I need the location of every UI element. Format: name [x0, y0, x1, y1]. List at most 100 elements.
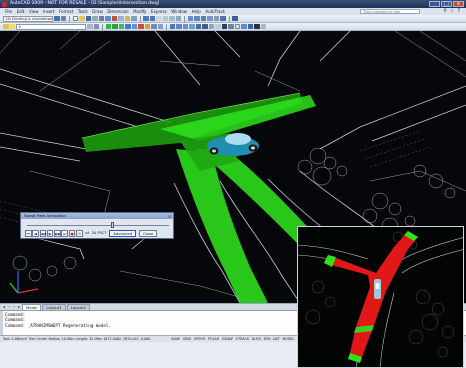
paste-icon[interactable]	[124, 15, 130, 22]
frame-total: 34 FRCT	[91, 231, 107, 236]
parking-icon[interactable]	[169, 23, 175, 30]
menu-modify[interactable]: Modify	[131, 8, 149, 15]
menu-edit[interactable]: Edit	[14, 8, 26, 15]
cut-icon[interactable]	[111, 15, 117, 22]
dropdown-icon[interactable]	[260, 23, 266, 30]
autotrack-library-icon[interactable]	[131, 23, 137, 30]
layer-state-icon[interactable]	[9, 23, 15, 30]
toolbar-separator	[102, 23, 103, 30]
curve-icon[interactable]	[215, 23, 221, 30]
layer-manager-icon[interactable]	[3, 23, 9, 30]
menu-window[interactable]: Window	[169, 8, 189, 15]
markup-icon[interactable]	[213, 15, 219, 22]
menu-dimension[interactable]: Dimension	[105, 8, 131, 15]
layer-previous-icon[interactable]	[87, 23, 93, 30]
window-title: AutoCAD 2009 - NOT FOR RESALE - [D:\Samp…	[10, 1, 160, 6]
help-search-input[interactable]	[360, 9, 420, 14]
properties-icon[interactable]	[187, 15, 193, 22]
roundabout-icon[interactable]	[176, 23, 182, 30]
menu-help[interactable]: Help	[189, 8, 203, 15]
zoom-previous-icon[interactable]	[175, 15, 181, 22]
layer-dropdown[interactable]: 0	[16, 23, 86, 30]
close-icon[interactable]: ×	[167, 214, 172, 219]
menu-controls: ⚲ ☆ ?	[443, 8, 460, 15]
parking-row-icon[interactable]	[182, 23, 188, 30]
search-icon[interactable]: ⚲	[443, 8, 447, 15]
workspace-icon[interactable]	[60, 15, 66, 22]
record-button[interactable]: ●	[68, 230, 76, 237]
help-icon[interactable]: ?	[457, 8, 460, 15]
menu-autotrack[interactable]: AutoTrack	[203, 8, 227, 15]
tag-icon[interactable]	[254, 23, 260, 30]
fast-forward-button[interactable]: ▶▶	[54, 230, 61, 237]
dialog-title: Swept Path Animation	[21, 213, 173, 219]
autotrack-vehicle-icon[interactable]	[125, 23, 131, 30]
rewind-button[interactable]: ◀◀	[39, 230, 46, 237]
workspace-dropdown[interactable]: 2D Drafting & Annotation	[3, 15, 53, 22]
autotrack-arc-icon[interactable]	[105, 23, 111, 30]
menu-tools[interactable]: Tools	[76, 8, 90, 15]
design-center-icon[interactable]	[194, 15, 200, 22]
match-properties-icon[interactable]	[131, 15, 137, 22]
align-icon[interactable]	[241, 23, 247, 30]
animation-progress-thumb[interactable]	[111, 222, 114, 228]
star-icon[interactable]: ☆	[450, 8, 454, 15]
swept-path-animation-dialog[interactable]: Swept Path Animation × ⏮ ◀ ◀◀ ▶ ▶▶ ⏭ ● ⟲…	[20, 212, 174, 239]
new-icon[interactable]	[72, 15, 78, 22]
minimize-button[interactable]: _	[429, 0, 440, 7]
record-icon[interactable]	[228, 23, 234, 30]
copy-icon[interactable]	[118, 15, 124, 22]
inset-rendered-view	[297, 226, 464, 368]
close-button[interactable]: x	[453, 0, 464, 7]
open-icon[interactable]	[79, 15, 85, 22]
loop-button[interactable]: ⟲	[76, 230, 83, 237]
tool-palettes-icon[interactable]	[200, 15, 206, 22]
menu-draw[interactable]: Draw	[90, 8, 105, 15]
autotrack-settings-icon[interactable]	[157, 23, 163, 30]
sheet-set-icon[interactable]	[207, 15, 213, 22]
playback-controls: ⏮ ◀ ◀◀ ▶ ▶▶ ⏭ ● ⟲ of 34 FRCT Advanced Cl…	[25, 230, 158, 237]
command-line-handle[interactable]	[0, 311, 3, 336]
autotrack-path-icon[interactable]	[118, 23, 124, 30]
redo-icon[interactable]	[149, 15, 155, 22]
menu-view[interactable]: View	[27, 8, 41, 15]
autotrack-collision-icon[interactable]	[138, 23, 144, 30]
menu-express[interactable]: Express	[149, 8, 169, 15]
make-current-icon[interactable]	[93, 23, 99, 30]
pan-icon[interactable]	[156, 15, 162, 22]
calculator-icon[interactable]	[220, 15, 226, 22]
line-icon[interactable]	[234, 23, 240, 30]
plot-icon[interactable]	[92, 15, 98, 22]
menu-file[interactable]: File	[3, 8, 14, 15]
lock-icon[interactable]	[208, 23, 214, 30]
zoom-icon[interactable]	[162, 15, 168, 22]
close-dialog-button[interactable]: Close	[138, 230, 158, 237]
menu-insert[interactable]: Insert	[41, 8, 57, 15]
zoom-window-icon[interactable]	[169, 15, 175, 22]
advanced-button[interactable]: Advanced	[109, 230, 137, 237]
last-frame-button[interactable]: ⏭	[61, 230, 68, 237]
autotrack-drive-icon[interactable]	[112, 23, 118, 30]
first-frame-button[interactable]: ⏮	[25, 230, 32, 237]
arrange-icon[interactable]	[202, 23, 208, 30]
help-tool-icon[interactable]	[232, 15, 238, 22]
label-icon[interactable]	[189, 23, 195, 30]
step-back-button[interactable]: ◀	[32, 230, 39, 237]
publish-icon[interactable]	[105, 15, 111, 22]
play-button[interactable]: ▶	[46, 230, 54, 237]
menu-format[interactable]: Format	[57, 8, 76, 15]
workspace-settings-icon[interactable]	[54, 15, 60, 22]
vehicle-3d-icon[interactable]	[247, 23, 253, 30]
animation-progress-track[interactable]	[27, 225, 169, 226]
autotrack-report-icon[interactable]	[144, 23, 150, 30]
undo-icon[interactable]	[143, 15, 149, 22]
preview-icon[interactable]	[98, 15, 104, 22]
maximize-button[interactable]: □	[441, 0, 452, 7]
autocad-app-icon[interactable]	[2, 1, 7, 7]
dimension-icon[interactable]	[195, 23, 201, 30]
black-square-icon[interactable]	[221, 23, 227, 30]
autotrack-edit-icon[interactable]	[151, 23, 157, 30]
ucs-icon	[9, 271, 39, 294]
save-icon[interactable]	[85, 15, 91, 22]
window-controls: _ □ x	[429, 0, 464, 7]
